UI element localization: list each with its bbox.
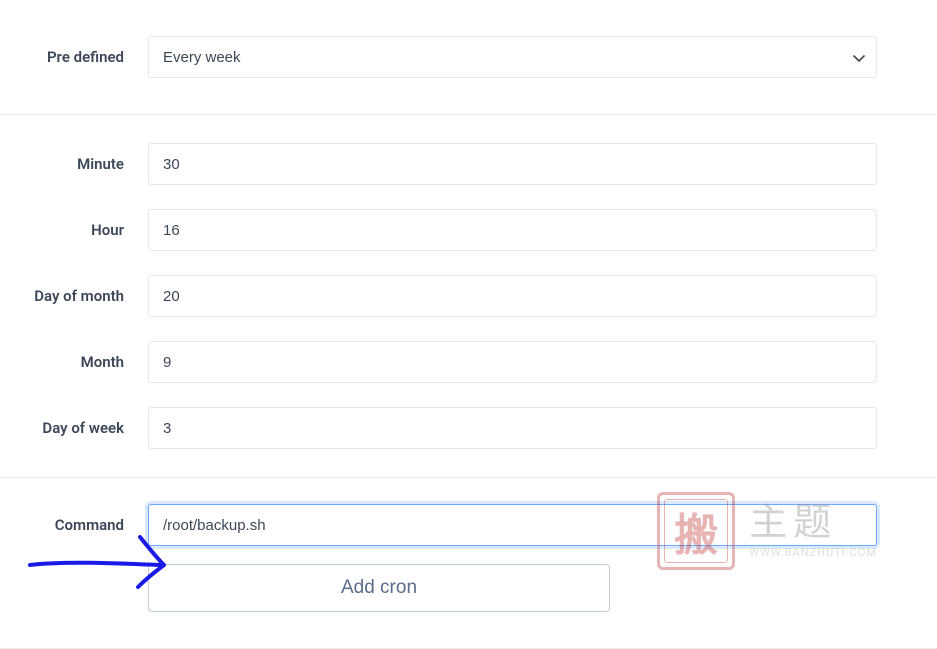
command-label: Command [0,516,148,534]
predefined-select[interactable]: Every week [148,36,877,78]
day-of-week-input[interactable] [148,407,877,449]
day-of-week-label: Day of week [0,419,148,437]
predefined-label: Pre defined [0,48,148,66]
hour-label: Hour [0,221,148,239]
hour-input[interactable] [148,209,877,251]
minute-label: Minute [0,155,148,173]
command-input[interactable] [148,504,877,546]
day-of-month-label: Day of month [0,287,148,305]
add-cron-button[interactable]: Add cron [148,564,610,612]
minute-input[interactable] [148,143,877,185]
day-of-month-input[interactable] [148,275,877,317]
month-label: Month [0,353,148,371]
month-input[interactable] [148,341,877,383]
